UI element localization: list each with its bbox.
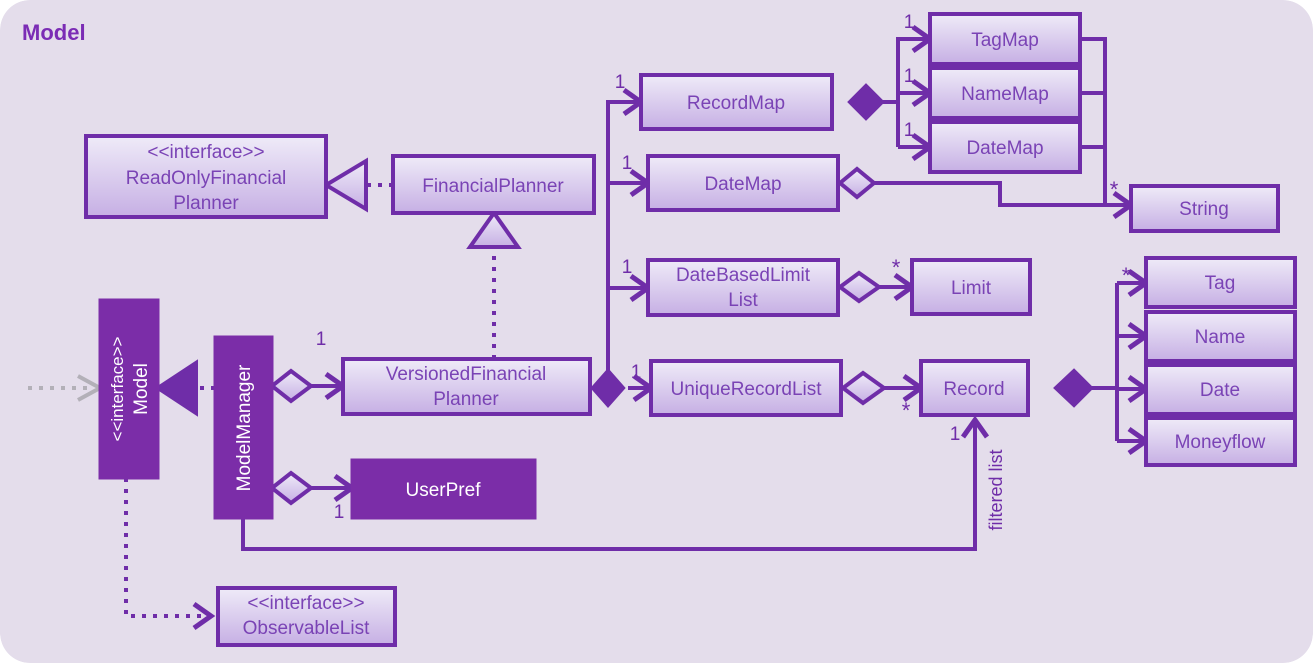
class-name-line1: DateBasedLimit [676,265,811,286]
class-recordmap[interactable]: RecordMap [639,73,834,131]
multiplicity-datemap-right: 1 [904,120,915,141]
class-name: NameMap [961,84,1049,105]
class-moneyflow[interactable]: Moneyflow [1144,416,1297,467]
class-stereotype: <<interface>> [247,593,364,614]
class-name: ModelManager [234,364,255,491]
class-name: DateMap [966,138,1043,159]
class-financialplanner[interactable]: FinancialPlanner [391,154,596,215]
class-name: DateMap [704,174,781,195]
multiplicity-uniquerecordlist: 1 [631,362,642,383]
multiplicity-tag: * [1122,263,1131,288]
class-name: String [1179,199,1229,220]
class-stereotype: <<interface>> [108,336,127,441]
multiplicity-record-star: * [902,398,911,423]
class-uniquerecordlist[interactable]: UniqueRecordList [649,359,843,417]
class-name: FinancialPlanner [422,176,564,197]
class-name: Moneyflow [1175,432,1266,453]
multiplicity-datemap-left: 1 [622,153,633,174]
multiplicity-tagmap: 1 [904,12,915,33]
class-name: RecordMap [687,93,785,114]
class-model-interface[interactable]: <<interface>> Model [98,298,160,480]
multiplicity-userpref: 1 [334,502,345,523]
class-name: Name [1195,327,1246,348]
uml-diagram-root: <<interface>> ReadOnlyFinancial Planner … [0,0,1313,663]
class-name: TagMap [971,30,1039,51]
multiplicity-vfp: 1 [316,329,327,350]
class-stereotype: <<interface>> [147,142,264,163]
class-readonlyfinancialplanner[interactable]: <<interface>> ReadOnlyFinancial Planner [84,134,328,219]
multiplicity-recordmap: 1 [615,72,626,93]
class-versionedfinancialplanner[interactable]: VersionedFinancial Planner [341,357,592,416]
multiplicity-string: * [1110,177,1119,202]
diagram-canvas: <<interface>> ReadOnlyFinancial Planner … [0,0,1313,663]
class-date[interactable]: Date [1144,363,1297,416]
diagram-title: Model [22,20,86,45]
class-limit[interactable]: Limit [910,258,1032,316]
multiplicity-datebasedlimitlist: 1 [622,257,633,278]
class-userpref[interactable]: UserPref [350,458,537,520]
edge-label-filtered-list: filtered list [986,449,1006,530]
class-name: UserPref [406,480,482,501]
class-datemap-right[interactable]: DateMap [928,120,1082,174]
class-datemap-left[interactable]: DateMap [646,154,840,212]
class-string[interactable]: String [1129,184,1280,233]
class-tag[interactable]: Tag [1144,256,1297,309]
class-observablelist[interactable]: <<interface>> ObservableList [216,586,397,647]
class-name: UniqueRecordList [670,379,822,400]
class-name-line2: List [728,290,758,311]
class-name-line1: VersionedFinancial [386,364,547,385]
class-namemap[interactable]: NameMap [928,66,1082,120]
class-name-line1: ReadOnlyFinancial [126,168,287,189]
class-name: Record [943,379,1004,400]
multiplicity-record-one: 1 [950,424,961,445]
class-name: ObservableList [243,618,370,639]
class-tagmap[interactable]: TagMap [928,12,1082,66]
class-name: Tag [1205,273,1236,294]
class-name: Limit [951,278,992,299]
class-datebasedlimitlist[interactable]: DateBasedLimit List [646,258,840,317]
class-record[interactable]: Record [919,359,1030,417]
class-name: Date [1200,380,1240,401]
class-name: Model [131,363,152,415]
class-name-box[interactable]: Name [1144,310,1297,363]
class-name-line2: Planner [173,193,239,214]
class-modelmanager[interactable]: ModelManager [213,335,274,520]
multiplicity-namemap: 1 [904,66,915,87]
edge-labels: filtered list [986,449,1006,530]
class-name-line2: Planner [433,389,499,410]
multiplicity-limit: * [892,255,901,280]
